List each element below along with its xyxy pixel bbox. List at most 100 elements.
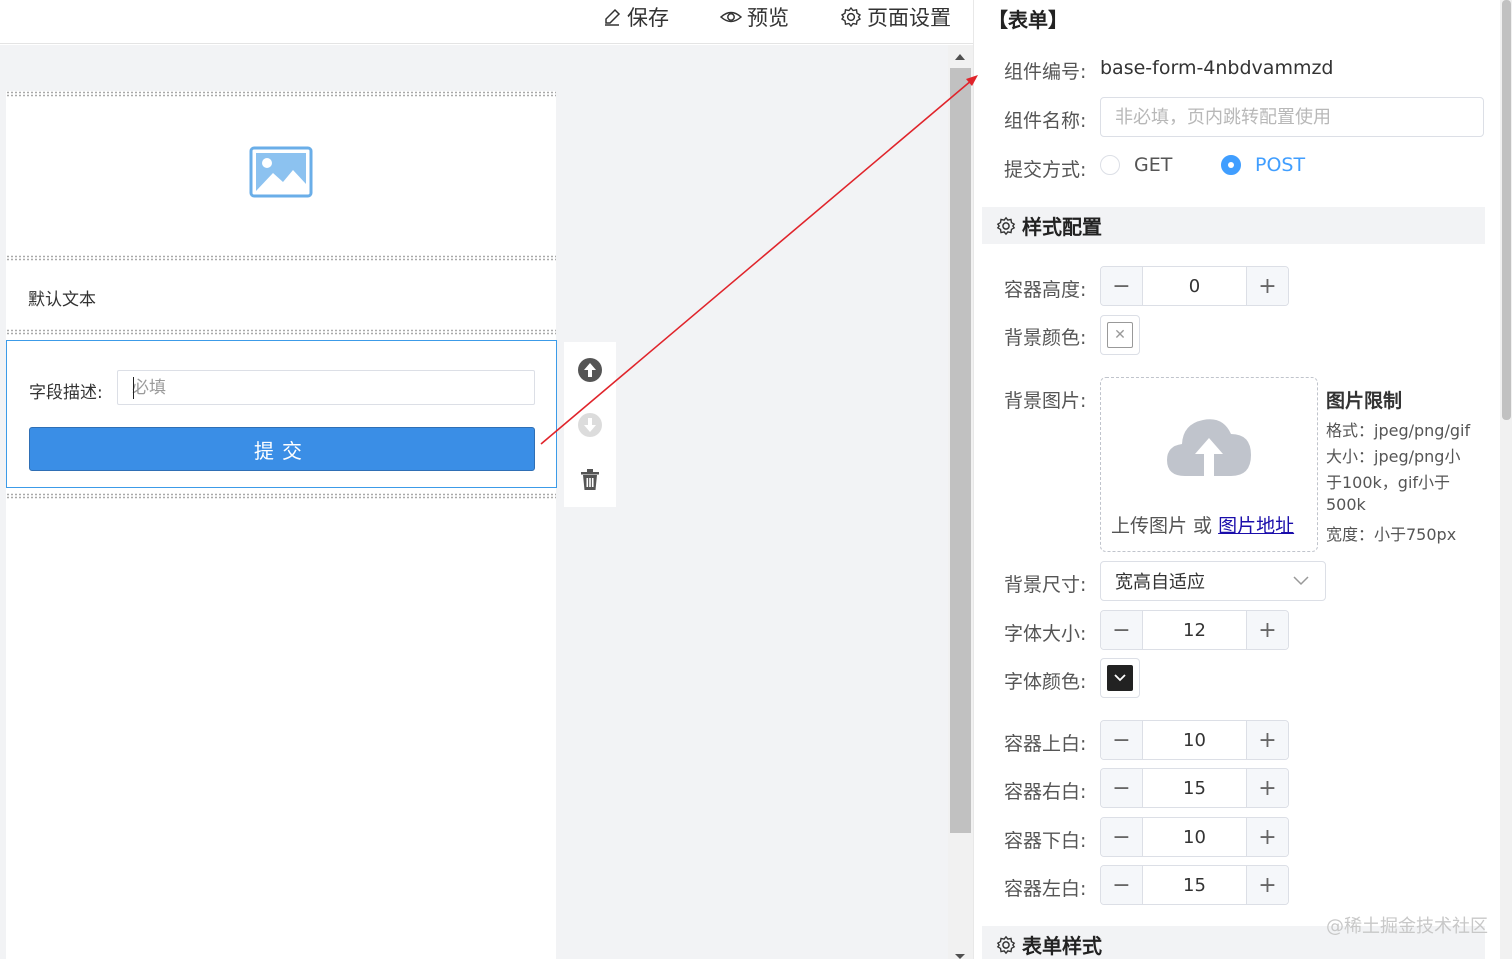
increment-button[interactable]: +: [1246, 818, 1288, 856]
bg-size-label: 背景尺寸:: [1004, 574, 1087, 596]
bg-size-select[interactable]: 宽高自适应: [1100, 561, 1326, 601]
font-size-stepper: − 12 +: [1100, 610, 1289, 650]
cloud-upload-icon: [1167, 419, 1251, 476]
preview-label: 预览: [747, 6, 789, 30]
arrow-up-circle-icon: [578, 357, 602, 382]
chevron-down-icon: [1114, 674, 1126, 682]
padding-bottom-label: 容器下白:: [1004, 830, 1087, 852]
padding-right-label: 容器右白:: [1004, 781, 1087, 803]
image-limit-size-cont: 于100k，gif小于: [1326, 473, 1451, 492]
padding-top-value[interactable]: 10: [1143, 721, 1246, 759]
component-ops: [564, 342, 616, 507]
drop-zone-divider: [6, 329, 556, 335]
padding-bottom-stepper: − 10 +: [1100, 817, 1289, 857]
bg-image-label: 背景图片:: [1004, 390, 1087, 412]
bg-color-picker[interactable]: ✕: [1100, 315, 1140, 355]
drop-zone-divider: [6, 493, 556, 499]
container-height-value[interactable]: 0: [1143, 267, 1246, 305]
decrement-button[interactable]: −: [1101, 267, 1143, 305]
gear-icon: [840, 6, 862, 28]
decrement-button[interactable]: −: [1101, 721, 1143, 759]
radio-get-label: GET: [1134, 154, 1173, 176]
radio-get[interactable]: GET: [1100, 154, 1172, 176]
style-section-title: 样式配置: [1022, 215, 1102, 239]
increment-button[interactable]: +: [1246, 721, 1288, 759]
font-color-label: 字体颜色:: [1004, 671, 1087, 693]
font-color-swatch: [1107, 665, 1133, 691]
panel-title: 【表单】: [988, 8, 1068, 32]
image-placeholder-icon: [249, 146, 313, 198]
bg-size-value: 宽高自适应: [1115, 572, 1205, 593]
editor-root: 保存 预览 页面设置 默认文本 字段描述: 必填 提交 【表单】 组件编号: b…: [0, 0, 1512, 959]
padding-top-label: 容器上白:: [1004, 733, 1087, 755]
padding-left-value[interactable]: 15: [1143, 866, 1246, 904]
arrow-down-circle-icon: [578, 412, 602, 437]
form-field-label: 字段描述:: [29, 383, 103, 403]
image-limit-width: 宽度：小于750px: [1326, 525, 1457, 544]
panel-scrollbar[interactable]: [1500, 0, 1512, 959]
save-button[interactable]: 保存: [602, 4, 669, 30]
preview-button[interactable]: 预览: [720, 4, 789, 30]
padding-right-stepper: − 15 +: [1100, 768, 1289, 808]
image-limit-size: 大小：jpeg/png小: [1326, 447, 1461, 466]
scrollbar-thumb[interactable]: [950, 68, 971, 833]
font-size-value[interactable]: 12: [1143, 611, 1246, 649]
container-height-label: 容器高度:: [1004, 279, 1087, 301]
radio-circle-checked: [1221, 155, 1241, 175]
component-id-value: base-form-4nbdvammzd: [1100, 57, 1334, 79]
radio-post-label: POST: [1255, 154, 1306, 176]
decrement-button[interactable]: −: [1101, 818, 1143, 856]
upload-text: 上传图片 或: [1111, 515, 1213, 537]
style-section-header: 样式配置: [982, 207, 1485, 244]
scroll-down-arrow-icon[interactable]: [955, 954, 965, 959]
image-limit-size-gif: 500k: [1326, 495, 1366, 514]
top-toolbar: 保存 预览 页面设置: [0, 0, 973, 44]
trash-icon: [581, 468, 599, 490]
image-component[interactable]: [6, 99, 556, 251]
scroll-up-arrow-icon[interactable]: [955, 54, 965, 60]
increment-button[interactable]: +: [1246, 267, 1288, 305]
radio-post[interactable]: POST: [1221, 154, 1305, 176]
editor-canvas: 默认文本 字段描述: 提交: [0, 45, 948, 959]
move-up-button[interactable]: [564, 342, 616, 397]
increment-button[interactable]: +: [1246, 611, 1288, 649]
image-url-link[interactable]: 图片地址: [1218, 515, 1294, 537]
increment-button[interactable]: +: [1246, 866, 1288, 904]
panel-scrollbar-thumb[interactable]: [1502, 0, 1511, 420]
decrement-button[interactable]: −: [1101, 769, 1143, 807]
font-color-picker[interactable]: [1100, 658, 1140, 698]
no-color-icon: ✕: [1107, 322, 1133, 348]
form-submit-button[interactable]: 提交: [29, 427, 535, 471]
padding-bottom-value[interactable]: 10: [1143, 818, 1246, 856]
decrement-button[interactable]: −: [1101, 866, 1143, 904]
eye-icon: [720, 11, 742, 23]
submit-method-label: 提交方式:: [1004, 159, 1087, 181]
padding-left-label: 容器左白:: [1004, 878, 1087, 900]
config-panel: 【表单】 组件编号: base-form-4nbdvammzd 组件名称: 提交…: [973, 0, 1512, 959]
form-field-input[interactable]: [117, 370, 535, 405]
increment-button[interactable]: +: [1246, 769, 1288, 807]
text-component-content: 默认文本: [28, 290, 96, 310]
component-name-input[interactable]: [1100, 97, 1484, 137]
font-size-label: 字体大小:: [1004, 623, 1087, 645]
save-label: 保存: [627, 6, 669, 30]
move-down-button[interactable]: [564, 397, 616, 452]
image-limit-format: 格式：jpeg/png/gif: [1326, 421, 1471, 440]
form-component-selected[interactable]: 字段描述: 提交: [6, 340, 557, 488]
page-settings-label: 页面设置: [867, 6, 951, 30]
padding-right-value[interactable]: 15: [1143, 769, 1246, 807]
decrement-button[interactable]: −: [1101, 611, 1143, 649]
container-height-stepper: − 0 +: [1100, 266, 1289, 306]
text-component[interactable]: 默认文本: [6, 267, 556, 323]
upload-hint: 上传图片 或 图片地址: [1111, 511, 1294, 538]
page-preview: 默认文本 字段描述: 提交: [6, 91, 557, 959]
bg-image-upload[interactable]: 上传图片 或 图片地址: [1100, 377, 1318, 552]
drop-zone-divider: [6, 255, 556, 261]
form-style-section-title: 表单样式: [1022, 934, 1102, 958]
delete-button[interactable]: [564, 452, 616, 507]
gear-icon: [996, 935, 1016, 954]
page-settings-button[interactable]: 页面设置: [840, 4, 951, 30]
canvas-scrollbar[interactable]: [948, 45, 973, 959]
chevron-down-icon: [1293, 576, 1309, 586]
component-name-label: 组件名称:: [1004, 110, 1087, 132]
